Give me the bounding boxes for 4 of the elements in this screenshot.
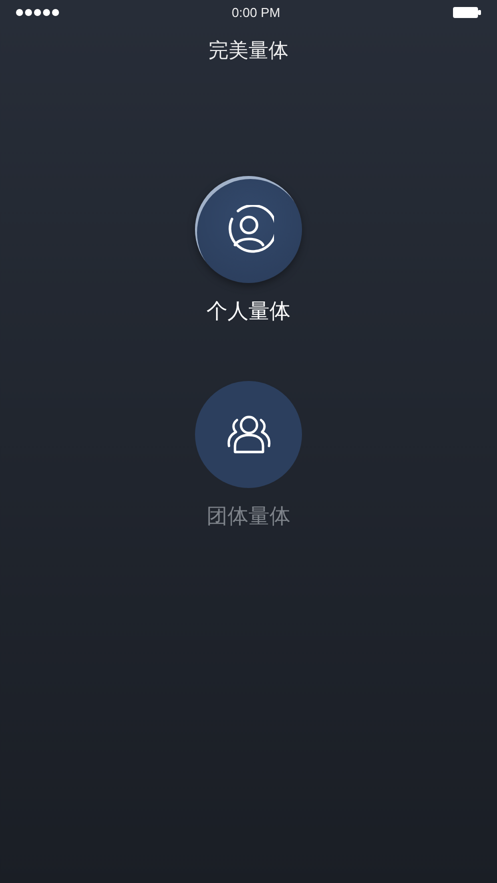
status-time: 0:00 PM [232,4,280,20]
signal-icon [16,8,59,16]
page-title: 完美量体 [208,37,290,64]
battery-icon [452,6,481,18]
